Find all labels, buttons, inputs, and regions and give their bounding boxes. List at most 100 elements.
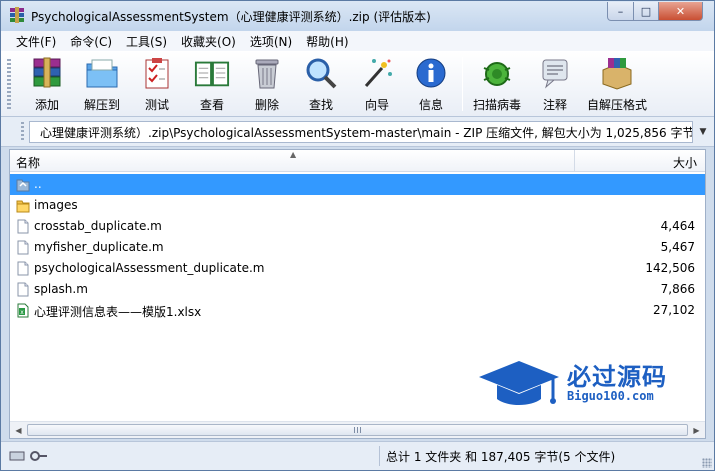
file-icon bbox=[16, 219, 30, 234]
test-label: 测试 bbox=[144, 98, 169, 112]
delete-label: 删除 bbox=[254, 98, 279, 112]
menu-bar: 文件(F) 命令(C) 工具(S) 收藏夹(O) 选项(N) 帮助(H) bbox=[1, 31, 714, 51]
disk-key-icon[interactable] bbox=[9, 449, 49, 463]
file-size: 142,506 bbox=[645, 261, 695, 275]
maximize-button[interactable]: □ bbox=[633, 2, 659, 21]
open-book-icon bbox=[194, 55, 230, 91]
title-bar[interactable]: PsychologicalAssessmentSystem（心理健康评测系统）.… bbox=[1, 1, 714, 31]
info-button[interactable]: 信息 bbox=[409, 55, 453, 113]
winrar-app-icon bbox=[10, 7, 24, 23]
comment-button[interactable]: 注释 bbox=[533, 55, 577, 113]
column-size-header[interactable]: 大小 bbox=[673, 154, 697, 171]
close-button[interactable]: ✕ bbox=[658, 2, 703, 21]
column-name-header[interactable]: 名称 bbox=[16, 154, 40, 171]
wizard-label: 向导 bbox=[364, 98, 389, 112]
view-button[interactable]: 查看 bbox=[189, 55, 235, 113]
minimize-icon: – bbox=[617, 4, 624, 18]
archive-add-icon bbox=[29, 55, 65, 91]
file-name: splash.m bbox=[34, 282, 88, 296]
menu-file[interactable]: 文件(F) bbox=[9, 33, 63, 50]
address-bar: 心理健康评测系统）.zip\PsychologicalAssessmentSys… bbox=[1, 117, 714, 147]
horizontal-scrollbar[interactable]: ◀ ▶ bbox=[10, 421, 705, 438]
column-header: ▲ 名称 大小 bbox=[10, 150, 705, 172]
file-row[interactable]: images bbox=[10, 195, 705, 216]
scroll-left-icon[interactable]: ◀ bbox=[10, 422, 27, 438]
file-size: 27,102 bbox=[653, 303, 695, 317]
parent-folder-icon bbox=[16, 177, 30, 192]
status-text: 总计 1 文件夹 和 187,405 字节(5 个文件) bbox=[386, 450, 616, 464]
folder-extract-icon bbox=[84, 55, 120, 91]
resize-grip[interactable] bbox=[702, 458, 712, 468]
window-title: PsychologicalAssessmentSystem（心理健康评测系统）.… bbox=[31, 10, 431, 24]
wizard-button[interactable]: 向导 bbox=[355, 55, 399, 113]
chevron-down-icon: ▼ bbox=[699, 127, 707, 137]
file-icon bbox=[16, 282, 30, 297]
column-divider[interactable] bbox=[574, 150, 575, 172]
file-row[interactable]: myfisher_duplicate.m 5,467 bbox=[10, 237, 705, 258]
add-button[interactable]: 添加 bbox=[25, 55, 69, 113]
watermark: 必过源码 Biguo100.com bbox=[477, 355, 687, 415]
address-path: 心理健康评测系统）.zip\PsychologicalAssessmentSys… bbox=[40, 125, 693, 140]
extract-to-label: 解压到 bbox=[83, 98, 120, 112]
magnifier-icon bbox=[303, 55, 339, 91]
view-label: 查看 bbox=[199, 98, 224, 112]
trash-can-icon bbox=[249, 55, 285, 91]
file-row[interactable]: psychologicalAssessment_duplicate.m 142,5… bbox=[10, 258, 705, 279]
sfx-label: 自解压格式 bbox=[586, 98, 647, 112]
file-name: crosstab_duplicate.m bbox=[34, 219, 162, 233]
find-button[interactable]: 查找 bbox=[299, 55, 343, 113]
info-icon bbox=[413, 55, 449, 91]
menu-tools[interactable]: 工具(S) bbox=[119, 33, 174, 50]
toolbar-separator bbox=[462, 57, 463, 111]
extract-to-button[interactable]: 解压到 bbox=[79, 55, 125, 113]
file-rows: .. images crosstab_duplicate.m 4,464 myfishe… bbox=[10, 174, 705, 321]
graduation-cap-logo bbox=[479, 361, 559, 405]
excel-file-icon: x bbox=[16, 303, 30, 318]
watermark-title: 必过源码 bbox=[567, 363, 667, 391]
scroll-thumb[interactable] bbox=[27, 424, 688, 436]
address-grip bbox=[21, 122, 24, 142]
status-divider bbox=[379, 446, 380, 466]
sfx-box-icon bbox=[599, 55, 635, 91]
info-label: 信息 bbox=[418, 98, 443, 112]
file-size: 4,464 bbox=[660, 219, 695, 233]
toolbar-grip[interactable] bbox=[7, 59, 11, 111]
file-icon bbox=[16, 240, 30, 255]
address-field[interactable]: 心理健康评测系统）.zip\PsychologicalAssessmentSys… bbox=[29, 121, 693, 143]
menu-help[interactable]: 帮助(H) bbox=[299, 33, 355, 50]
file-row[interactable]: splash.m 7,866 bbox=[10, 279, 705, 300]
add-label: 添加 bbox=[34, 98, 59, 112]
virus-scan-button[interactable]: 扫描病毒 bbox=[469, 55, 525, 113]
magic-wand-icon bbox=[359, 55, 395, 91]
menu-options[interactable]: 选项(N) bbox=[243, 33, 299, 50]
file-name: 心理评测信息表——模版1.xlsx bbox=[34, 305, 202, 319]
comment-label: 注释 bbox=[542, 98, 567, 112]
delete-button[interactable]: 删除 bbox=[245, 55, 289, 113]
winrar-window: PsychologicalAssessmentSystem（心理健康评测系统）.… bbox=[0, 0, 715, 471]
menu-favorites[interactable]: 收藏夹(O) bbox=[174, 33, 243, 50]
comment-icon bbox=[537, 55, 573, 91]
minimize-button[interactable]: – bbox=[607, 2, 634, 21]
test-button[interactable]: 测试 bbox=[135, 55, 179, 113]
file-name: psychologicalAssessment_duplicate.m bbox=[34, 261, 265, 275]
file-size: 7,866 bbox=[660, 282, 695, 296]
file-icon bbox=[16, 261, 30, 276]
virus-scan-label: 扫描病毒 bbox=[472, 98, 521, 112]
file-row[interactable]: crosstab_duplicate.m 4,464 bbox=[10, 216, 705, 237]
menu-command[interactable]: 命令(C) bbox=[63, 33, 119, 50]
scroll-right-icon[interactable]: ▶ bbox=[688, 422, 705, 438]
address-dropdown-button[interactable]: ▼ bbox=[695, 121, 711, 143]
file-name: .. bbox=[34, 177, 42, 191]
watermark-subtitle: Biguo100.com bbox=[567, 389, 654, 403]
folder-icon bbox=[16, 198, 30, 213]
sort-ascending-icon: ▲ bbox=[290, 150, 297, 159]
file-row[interactable]: .. bbox=[10, 174, 705, 195]
scroll-thumb-grip bbox=[354, 427, 362, 433]
find-label: 查找 bbox=[308, 98, 333, 112]
file-row[interactable]: x 心理评测信息表——模版1.xlsx 27,102 bbox=[10, 300, 705, 321]
svg-text:x: x bbox=[20, 309, 24, 316]
close-icon: ✕ bbox=[675, 4, 686, 18]
sfx-button[interactable]: 自解压格式 bbox=[585, 55, 649, 113]
toolbar: 添加 解压到 测试 查看 删除 查找 向导 信息 扫描病毒 注释 自解压格式 bbox=[1, 51, 714, 117]
file-name: myfisher_duplicate.m bbox=[34, 240, 164, 254]
